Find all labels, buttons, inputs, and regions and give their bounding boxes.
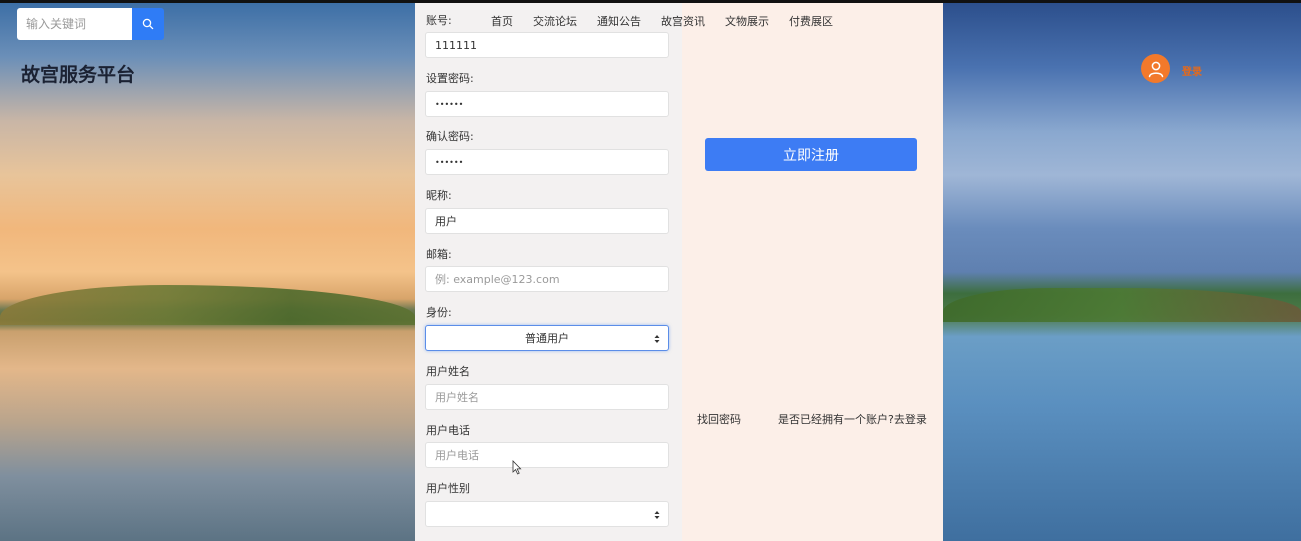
identity-selected-value: 普通用户 xyxy=(525,332,569,345)
background-scenery-right xyxy=(943,3,1301,541)
select-caret-icon xyxy=(654,335,660,343)
avatar[interactable] xyxy=(1141,54,1170,83)
nav-item-news[interactable]: 故宫资讯 xyxy=(661,13,705,29)
real-name-field[interactable]: 用户姓名 xyxy=(425,384,669,410)
gender-select[interactable] xyxy=(425,501,669,527)
email-field[interactable]: 例: example@123.com xyxy=(425,266,669,292)
nav-item-forum[interactable]: 交流论坛 xyxy=(533,13,577,29)
user-icon xyxy=(1148,61,1163,77)
nav-item-home[interactable]: 首页 xyxy=(491,13,513,29)
nav-item-notices[interactable]: 通知公告 xyxy=(597,13,641,29)
identity-label: 身份: xyxy=(426,306,452,319)
search-button[interactable] xyxy=(132,8,164,40)
phone-label: 用户电话 xyxy=(426,424,470,437)
confirm-password-field[interactable]: •••••• xyxy=(425,149,669,175)
select-caret-icon xyxy=(654,511,660,519)
register-side-panel xyxy=(682,3,943,541)
account-field[interactable]: 111111 xyxy=(425,32,669,58)
password-label: 设置密码: xyxy=(426,72,474,85)
search-icon xyxy=(142,18,154,30)
nav-item-paid-exhibition[interactable]: 付费展区 xyxy=(789,13,833,29)
login-link[interactable]: 登录 xyxy=(1182,63,1202,78)
go-login-link[interactable]: 是否已经拥有一个账户?去登录 xyxy=(778,411,927,427)
site-title: 故宫服务平台 xyxy=(21,64,136,86)
nav-item-relics[interactable]: 文物展示 xyxy=(725,13,769,29)
mouse-cursor-icon xyxy=(512,460,522,475)
search-input[interactable] xyxy=(17,8,132,40)
register-button[interactable]: 立即注册 xyxy=(705,138,917,171)
gender-label: 用户性别 xyxy=(426,482,470,495)
nickname-field[interactable]: 用户 xyxy=(425,208,669,234)
forgot-password-link[interactable]: 找回密码 xyxy=(697,411,741,427)
nickname-label: 昵称: xyxy=(426,189,452,202)
confirm-password-label: 确认密码: xyxy=(426,130,474,143)
real-name-label: 用户姓名 xyxy=(426,365,470,378)
account-label: 账号: xyxy=(426,14,452,27)
identity-select[interactable]: 普通用户 xyxy=(425,325,669,351)
search-box xyxy=(17,8,164,40)
phone-field[interactable]: 用户电话 xyxy=(425,442,669,468)
password-field[interactable]: •••••• xyxy=(425,91,669,117)
email-label: 邮箱: xyxy=(426,248,452,261)
